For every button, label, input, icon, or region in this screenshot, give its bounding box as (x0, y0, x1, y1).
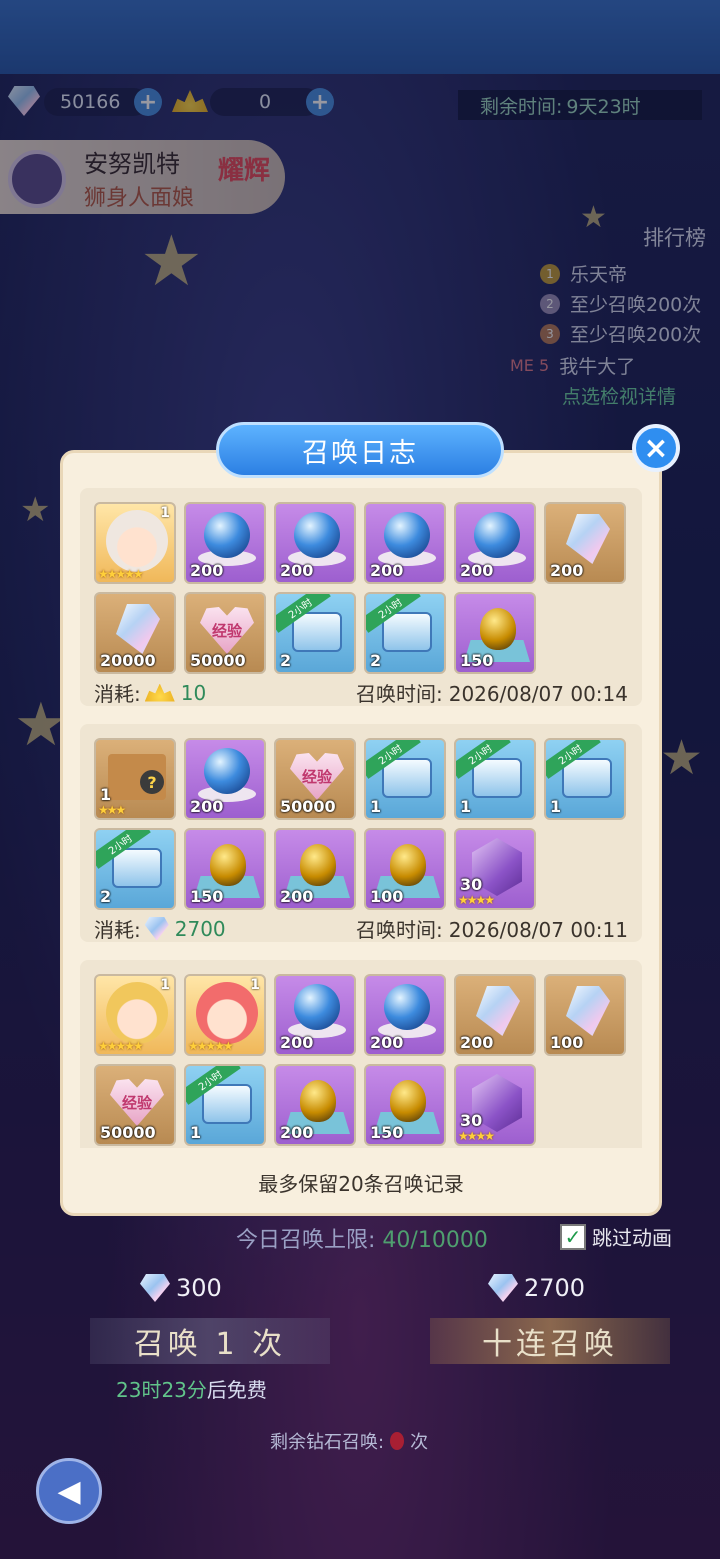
chest-item[interactable]: 2小时 1 (544, 738, 626, 820)
egg-icon (390, 1080, 426, 1122)
exp-item[interactable]: 经验 50000 (184, 592, 266, 674)
crystal-icon (566, 514, 610, 564)
daily-limit: 今日召唤上限: 40/10000 (236, 1228, 488, 1253)
mystery-box-item[interactable]: ? 1 ★★★ (94, 738, 176, 820)
character-item[interactable]: 1 ★★★★★ (94, 974, 176, 1056)
character-portrait (196, 982, 258, 1044)
orb-item[interactable]: 200 (364, 974, 446, 1056)
egg-icon (480, 608, 516, 650)
log-record: 1 ★★★★★ 200 200 200 200 200 20000 经验 50000… (80, 488, 642, 706)
diamond-icon (144, 916, 169, 941)
single-summon-cost: 300 (140, 1274, 222, 1302)
exp-heart-icon: 经验 (200, 606, 254, 654)
back-button[interactable]: ◀ (36, 1458, 102, 1524)
prism-item[interactable]: 30 ★★★★ (454, 1064, 536, 1146)
orb-icon (474, 512, 520, 558)
egg-icon (300, 1080, 336, 1122)
crystal-item[interactable]: 200 (544, 502, 626, 584)
character-portrait (106, 510, 168, 572)
skip-animation-toggle[interactable]: ✓ 跳过动画 (560, 1222, 672, 1251)
orb-icon (204, 512, 250, 558)
egg-icon (300, 844, 336, 886)
diamond-icon (140, 1274, 170, 1302)
free-summon-countdown: 23时23分后免费 (116, 1378, 267, 1402)
egg-item[interactable]: 150 (364, 1064, 446, 1146)
crystal-icon (476, 986, 520, 1036)
summon-ten-button[interactable]: 十连召唤 (430, 1318, 670, 1364)
record-time: 召唤时间: 2026/08/07 00:11 (355, 918, 628, 942)
coin-icon (144, 683, 175, 702)
crystal-icon (566, 986, 610, 1036)
orb-item[interactable]: 200 (184, 738, 266, 820)
crystal-item[interactable]: 20000 (94, 592, 176, 674)
chest-item[interactable]: 2小时 2 (364, 592, 446, 674)
orb-item[interactable]: 200 (274, 502, 356, 584)
egg-item[interactable]: 200 (274, 828, 356, 910)
ten-summon-cost: 2700 (488, 1274, 585, 1302)
exp-item[interactable]: 经验 50000 (274, 738, 356, 820)
orb-item[interactable]: 200 (274, 974, 356, 1056)
orb-item[interactable]: 200 (364, 502, 446, 584)
character-item[interactable]: 1 ★★★★★ (94, 502, 176, 584)
record-cost: 消耗: 10 (94, 680, 207, 707)
ruby-icon (390, 1432, 405, 1450)
chest-item[interactable]: 2小时 1 (364, 738, 446, 820)
chest-item[interactable]: 2小时 2 (94, 828, 176, 910)
exp-item[interactable]: 经验 50000 (94, 1064, 176, 1146)
character-item[interactable]: 1 ★★★★★ (184, 974, 266, 1056)
orb-icon (384, 984, 430, 1030)
prism-item[interactable]: 30 ★★★★ (454, 828, 536, 910)
exp-heart-icon: 经验 (290, 752, 344, 800)
record-cost: 消耗: 2700 (94, 916, 226, 942)
question-icon: ? (140, 770, 164, 794)
orb-icon (204, 748, 250, 794)
chest-item[interactable]: 2小时 2 (274, 592, 356, 674)
orb-item[interactable]: 200 (454, 502, 536, 584)
summon-log-list[interactable]: 1 ★★★★★ 200 200 200 200 200 20000 经验 50000… (80, 488, 642, 1148)
crystal-item[interactable]: 100 (544, 974, 626, 1056)
chest-item[interactable]: 2小时 1 (184, 1064, 266, 1146)
crystal-icon (116, 604, 160, 654)
checkbox-checked-icon[interactable]: ✓ (560, 1223, 586, 1250)
egg-icon (390, 844, 426, 886)
record-time: 召唤时间: 2026/08/07 00:14 (355, 682, 628, 706)
orb-icon (384, 512, 430, 558)
character-portrait (106, 982, 168, 1044)
remaining-diamond-summons: 剩余钻石召唤: 次 (270, 1432, 429, 1453)
dialog-title: 召唤日志 (216, 422, 504, 478)
egg-item[interactable]: 150 (184, 828, 266, 910)
log-record: ? 1 ★★★ 200 经验 50000 2小时 1 2小时 1 2小时 1 2小时 2 15… (80, 724, 642, 942)
log-record: 1 ★★★★★ 1 ★★★★★ 200 200 200 100 经验 50000 2小… (80, 960, 642, 1148)
exp-heart-icon: 经验 (110, 1078, 164, 1126)
chest-item[interactable]: 2小时 1 (454, 738, 536, 820)
egg-item[interactable]: 100 (364, 828, 446, 910)
diamond-icon (488, 1274, 518, 1302)
back-arrow-icon: ◀ (57, 1473, 81, 1509)
log-limit-note: 最多保留20条召唤记录 (258, 1172, 464, 1196)
orb-icon (294, 984, 340, 1030)
orb-icon (294, 512, 340, 558)
egg-item[interactable]: 200 (274, 1064, 356, 1146)
orb-item[interactable]: 200 (184, 502, 266, 584)
summon-once-button[interactable]: 召唤 1 次 (90, 1318, 330, 1364)
crystal-item[interactable]: 200 (454, 974, 536, 1056)
egg-item[interactable]: 150 (454, 592, 536, 674)
egg-icon (210, 844, 246, 886)
close-button[interactable]: × (632, 424, 680, 472)
